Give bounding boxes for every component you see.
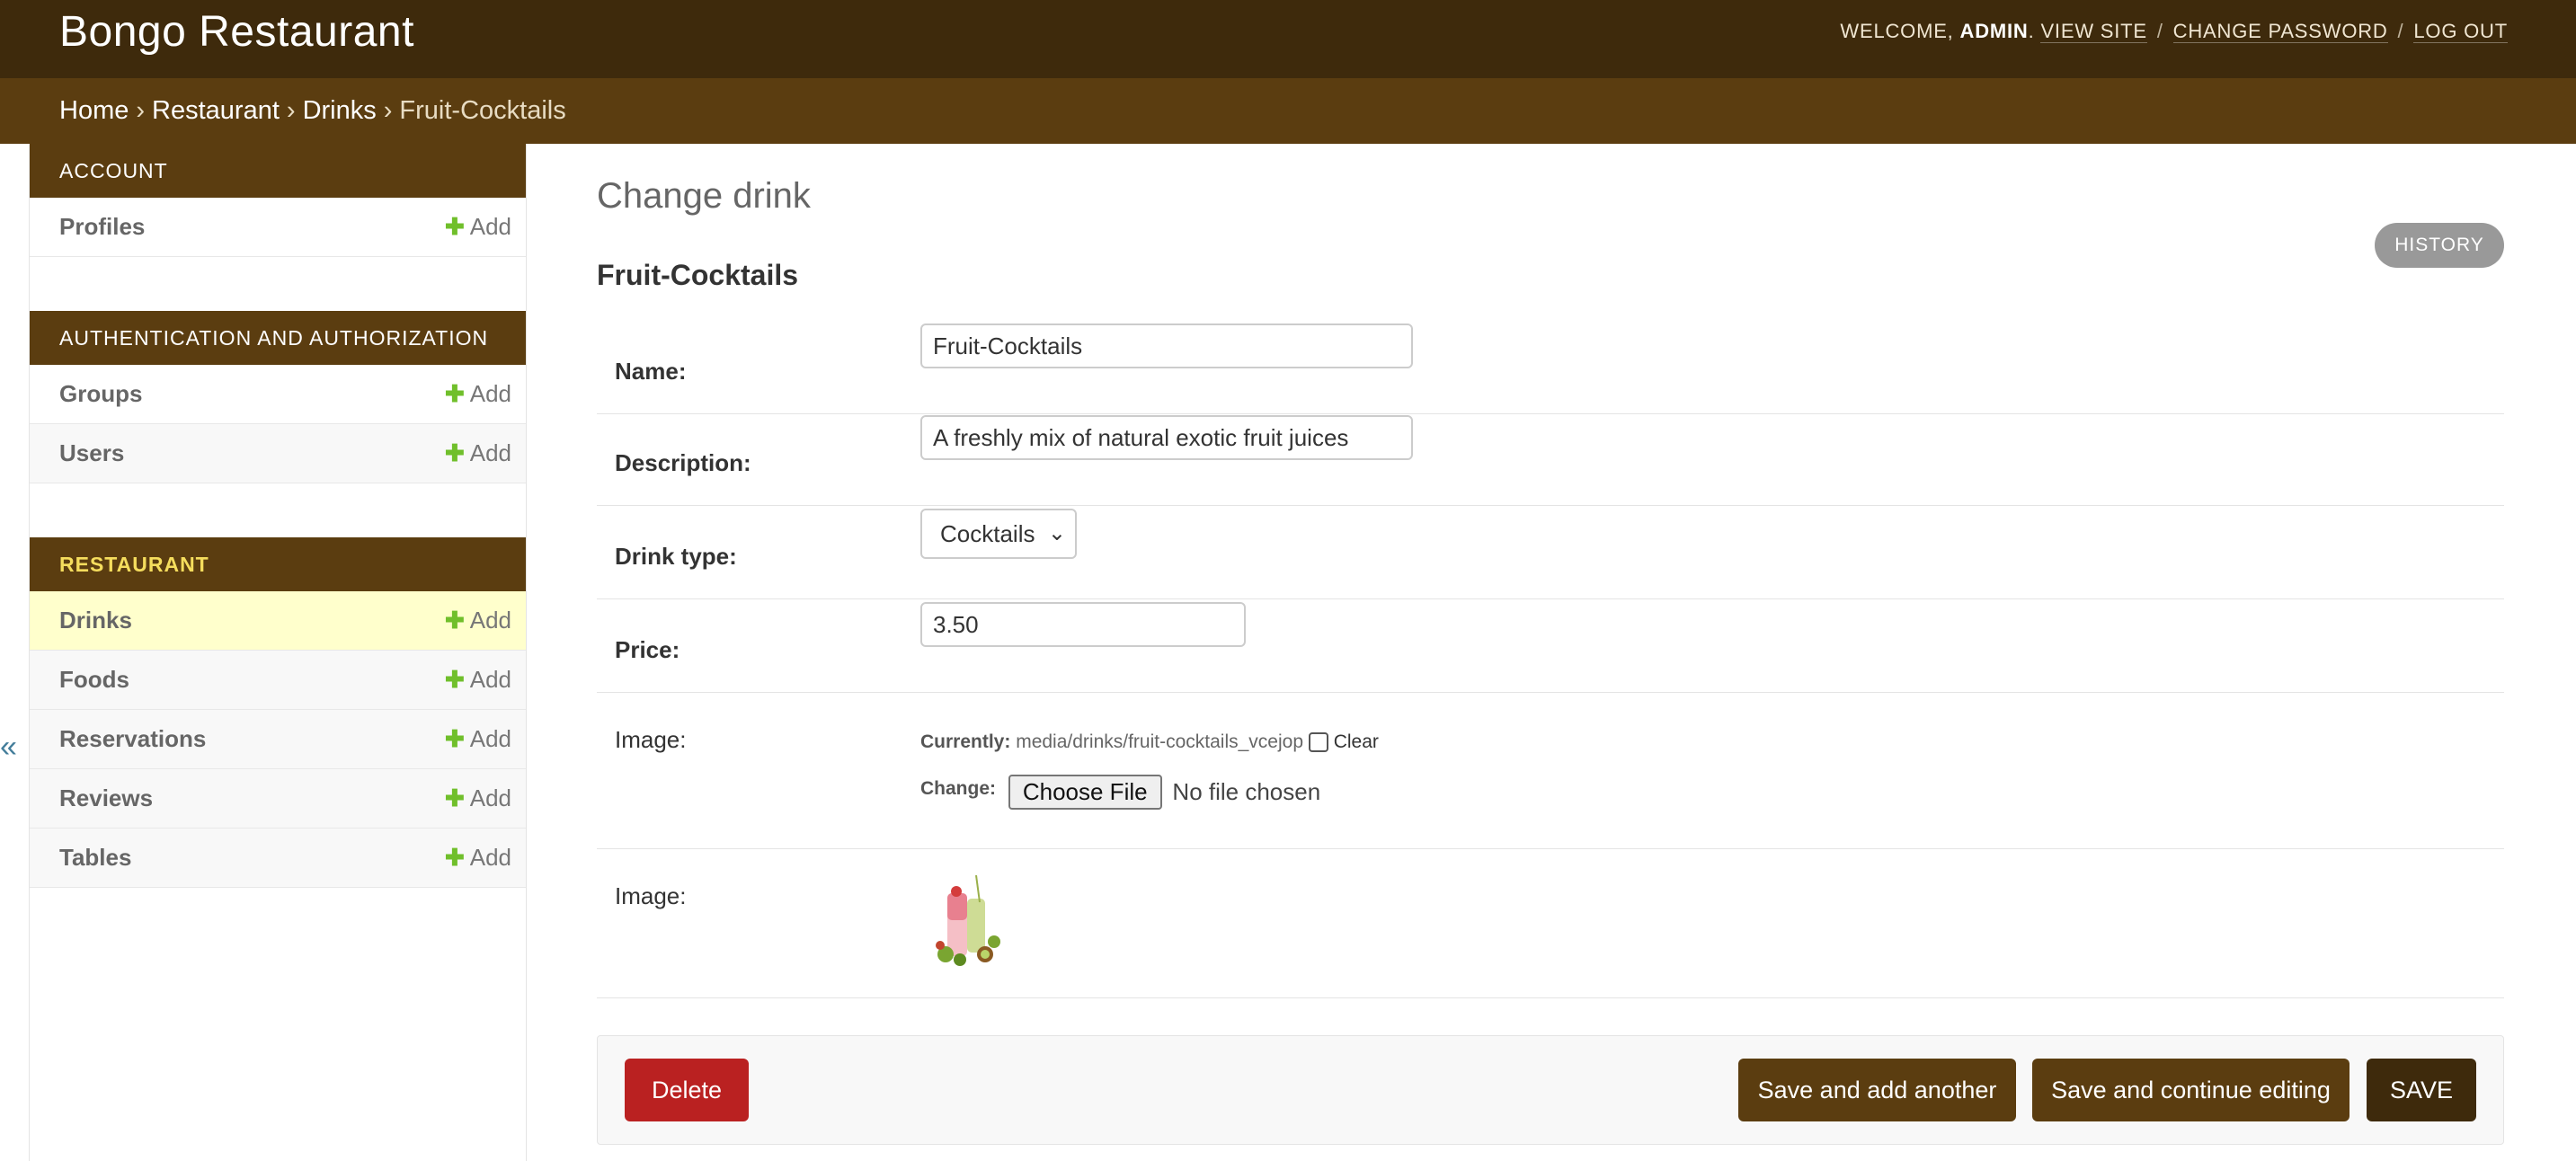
breadcrumb-restaurant[interactable]: Restaurant xyxy=(152,96,280,125)
module-caption-restaurant[interactable]: RESTAURANT xyxy=(30,537,526,591)
price-input[interactable]: 3.50 xyxy=(920,602,1246,647)
breadcrumb-drinks[interactable]: Drinks xyxy=(303,96,377,125)
model-link-reservations[interactable]: Reservations xyxy=(59,725,206,753)
field-row-price: Price: xyxy=(597,598,2504,693)
save-and-add-another-button[interactable]: Save and add another xyxy=(1738,1059,2016,1121)
drink-type-select[interactable]: Cocktails ⌄ xyxy=(920,509,1077,559)
description-label: Description: xyxy=(615,449,751,476)
breadcrumb: Home › Restaurant › Drinks › Fruit-Cocktails xyxy=(0,78,2576,144)
drink-thumbnail xyxy=(936,875,1000,966)
image-currently: Currently: media/drinks/fruit-cocktails_… xyxy=(920,731,1379,753)
delete-button[interactable]: Delete xyxy=(625,1059,749,1121)
name-input[interactable]: Fruit-Cocktails xyxy=(920,323,1413,368)
breadcrumb-current: Fruit-Cocktails xyxy=(399,96,566,125)
price-label: Price: xyxy=(615,636,680,663)
model-link-users[interactable]: Users xyxy=(59,439,124,467)
object-title: Fruit-Cocktails xyxy=(597,259,799,291)
model-link-groups[interactable]: Groups xyxy=(59,380,142,408)
save-and-continue-button[interactable]: Save and continue editing xyxy=(2032,1059,2349,1121)
add-reservation-link[interactable]: ✚ Add xyxy=(445,725,511,753)
add-review-link[interactable]: ✚ Add xyxy=(445,784,511,812)
current-image-link[interactable]: media/drinks/fruit-cocktails_vcejop xyxy=(1016,731,1303,752)
add-drink-link[interactable]: ✚ Add xyxy=(445,607,511,634)
drink-type-label: Drink type: xyxy=(615,543,737,570)
breadcrumb-home[interactable]: Home xyxy=(59,96,129,125)
plus-icon: ✚ xyxy=(444,666,465,693)
add-group-link[interactable]: ✚ Add xyxy=(445,380,511,408)
module-restaurant: RESTAURANT Drinks ✚ Add Foods ✚ Add Reserv… xyxy=(30,537,526,888)
change-password-link[interactable]: CHANGE PASSWORD xyxy=(2172,20,2388,43)
field-row-drink-type: Drink type: xyxy=(597,505,2504,599)
field-row-description: Description: xyxy=(597,413,2504,506)
no-file-text: No file chosen xyxy=(1172,778,1321,805)
site-name: Bongo Restaurant xyxy=(59,8,414,56)
submit-row: Delete Save and add another Save and con… xyxy=(597,1035,2504,1145)
image-change: Change: Choose File No file chosen xyxy=(920,775,1320,810)
welcome-text: WELCOME, xyxy=(1840,20,1954,42)
sidebar-item-profiles: Profiles ✚ Add xyxy=(30,198,526,257)
save-button[interactable]: SAVE xyxy=(2367,1059,2476,1121)
image-preview-label: Image: xyxy=(615,882,687,909)
plus-icon: ✚ xyxy=(444,725,465,752)
sidebar-item-reviews: Reviews ✚ Add xyxy=(30,769,526,829)
module-caption-account[interactable]: ACCOUNT xyxy=(30,144,526,198)
model-link-foods[interactable]: Foods xyxy=(59,666,129,694)
add-table-link[interactable]: ✚ Add xyxy=(445,844,511,872)
sidebar-item-groups: Groups ✚ Add xyxy=(30,365,526,424)
plus-icon: ✚ xyxy=(444,607,465,634)
plus-icon: ✚ xyxy=(444,213,465,240)
choose-file-button[interactable]: Choose File xyxy=(1008,775,1162,810)
chevron-down-icon: ⌄ xyxy=(1047,521,1066,545)
clear-label: Clear xyxy=(1333,731,1379,752)
model-link-drinks[interactable]: Drinks xyxy=(59,607,132,634)
sidebar-item-reservations: Reservations ✚ Add xyxy=(30,710,526,769)
name-label: Name: xyxy=(615,358,687,385)
model-link-reviews[interactable]: Reviews xyxy=(59,784,153,812)
user-tools: WELCOME, ADMIN. VIEW SITE / CHANGE PASSW… xyxy=(1840,20,2508,43)
sidebar-item-tables: Tables ✚ Add xyxy=(30,829,526,888)
field-row-image-preview: Image: xyxy=(597,848,2504,998)
sidebar-item-users: Users ✚ Add xyxy=(30,424,526,483)
sidebar-item-foods: Foods ✚ Add xyxy=(30,651,526,710)
image-label: Image: xyxy=(615,726,687,753)
header: Bongo Restaurant WELCOME, ADMIN. VIEW SI… xyxy=(0,0,2576,78)
currently-label: Currently: xyxy=(920,731,1011,752)
add-user-link[interactable]: ✚ Add xyxy=(445,439,511,467)
model-link-tables[interactable]: Tables xyxy=(59,844,131,872)
plus-icon: ✚ xyxy=(444,784,465,811)
clear-checkbox[interactable] xyxy=(1308,732,1328,753)
plus-icon: ✚ xyxy=(444,439,465,466)
plus-icon: ✚ xyxy=(444,380,465,407)
toggle-sidebar-button[interactable]: « xyxy=(0,730,17,765)
sidebar-item-drinks: Drinks ✚ Add xyxy=(30,591,526,651)
description-input[interactable]: A freshly mix of natural exotic fruit ju… xyxy=(920,415,1413,460)
page-title: Change drink xyxy=(597,176,811,216)
plus-icon: ✚ xyxy=(444,844,465,871)
module-account: ACCOUNT Profiles ✚ Add xyxy=(30,144,526,257)
model-link-profiles[interactable]: Profiles xyxy=(59,213,145,241)
add-profile-link[interactable]: ✚ Add xyxy=(445,213,511,241)
view-site-link[interactable]: VIEW SITE xyxy=(2040,20,2147,43)
log-out-link[interactable]: LOG OUT xyxy=(2413,20,2508,43)
add-food-link[interactable]: ✚ Add xyxy=(445,666,511,694)
module-auth: AUTHENTICATION AND AUTHORIZATION Groups … xyxy=(30,311,526,483)
history-button[interactable]: HISTORY xyxy=(2375,223,2504,268)
change-label: Change: xyxy=(920,778,996,799)
username: ADMIN xyxy=(1959,20,2029,42)
nav-sidebar: ACCOUNT Profiles ✚ Add AUTHENTICATION AND… xyxy=(29,144,527,1161)
field-row-image: Image: Currently: media/drinks/fruit-coc… xyxy=(597,692,2504,849)
drink-type-value: Cocktails xyxy=(940,520,1035,547)
field-row-name: Name: xyxy=(597,322,2504,414)
module-caption-auth[interactable]: AUTHENTICATION AND AUTHORIZATION xyxy=(30,311,526,365)
